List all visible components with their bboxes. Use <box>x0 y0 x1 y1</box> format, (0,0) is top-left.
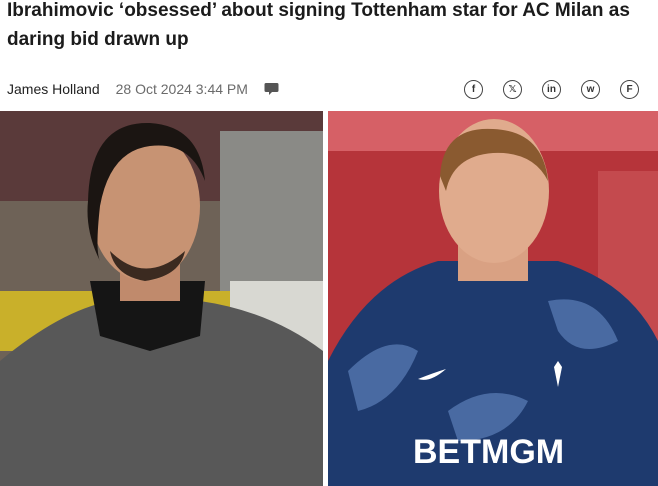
linkedin-share-icon[interactable]: in <box>542 79 561 99</box>
ibrahimovic-photo <box>0 111 323 486</box>
publish-timestamp: 28 Oct 2024 3:44 PM <box>115 81 248 97</box>
author-name[interactable]: James Holland <box>7 81 100 97</box>
shirt-sponsor-text: BETMGM <box>413 433 564 471</box>
x-share-icon[interactable]: 𝕏 <box>503 79 522 99</box>
whatsapp-share-icon[interactable]: w <box>581 79 600 99</box>
share-buttons: f 𝕏 in w F <box>464 79 639 99</box>
comment-icon[interactable] <box>264 82 279 96</box>
article-headline: Ibrahimovic ‘obsessed’ about signing Tot… <box>7 0 630 50</box>
facebook-share-icon[interactable]: f <box>464 79 483 99</box>
tottenham-player-photo: BETMGM <box>328 111 658 486</box>
byline: James Holland 28 Oct 2024 3:44 PM f 𝕏 in… <box>7 78 652 100</box>
flipboard-share-icon[interactable]: F <box>620 79 639 99</box>
